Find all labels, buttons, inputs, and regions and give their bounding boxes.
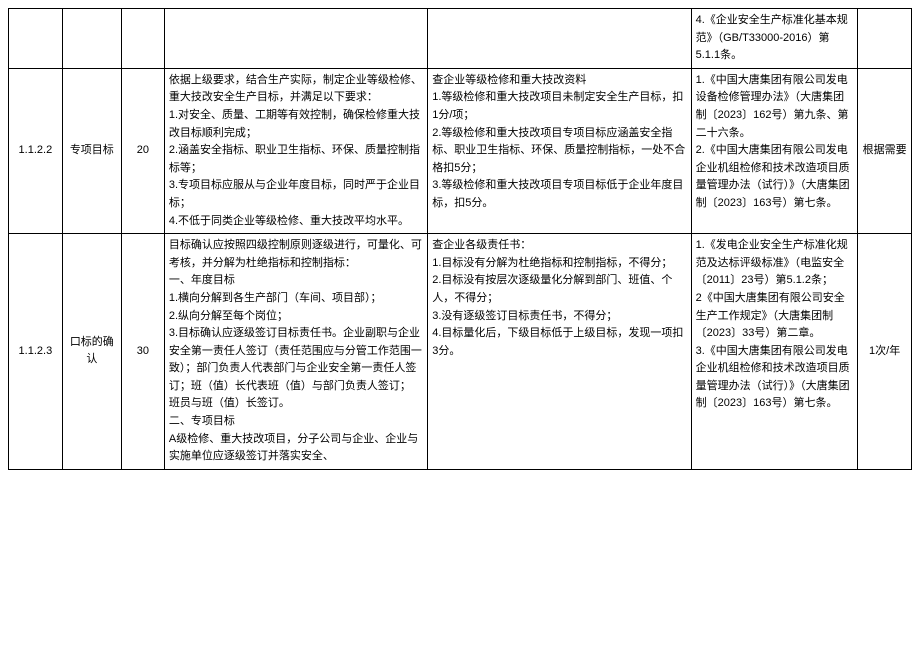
cell-criteria: 查企业各级责任书： 1.目标没有分解为杜绝指标和控制指标，不得分； 2.目标没有… (428, 234, 691, 470)
table-row: 1.1.2.3 口标的确认 30 目标确认应按照四级控制原则逐级进行，可量化、可… (9, 234, 912, 470)
cell-score (121, 9, 164, 69)
table-row: 1.1.2.2 专项目标 20 依据上级要求，结合生产实际，制定企业等级检修、重… (9, 68, 912, 233)
cell-requirement: 目标确认应按照四级控制原则逐级进行，可量化、可考核，并分解为杜绝指标和控制指标：… (164, 234, 427, 470)
cell-reference: 1.《中国大唐集团有限公司发电设备检修管理办法》（大唐集团制〔2023〕162号… (691, 68, 858, 233)
cell-reference: 4.《企业安全生产标准化基本规范》（GB/T33000-2016）第5.1.1条… (691, 9, 858, 69)
cell-frequency: 1次/年 (858, 234, 912, 470)
cell-code: 1.1.2.2 (9, 68, 63, 233)
cell-criteria (428, 9, 691, 69)
cell-code: 1.1.2.3 (9, 234, 63, 470)
standards-table: 4.《企业安全生产标准化基本规范》（GB/T33000-2016）第5.1.1条… (8, 8, 912, 470)
cell-name (62, 9, 121, 69)
cell-frequency (858, 9, 912, 69)
cell-name: 专项目标 (62, 68, 121, 233)
cell-score: 20 (121, 68, 164, 233)
cell-name: 口标的确认 (62, 234, 121, 470)
cell-criteria: 查企业等级检修和重大技改资料 1.等级检修和重大技改项目未制定安全生产目标，扣1… (428, 68, 691, 233)
cell-score: 30 (121, 234, 164, 470)
cell-frequency: 根据需要 (858, 68, 912, 233)
table-row: 4.《企业安全生产标准化基本规范》（GB/T33000-2016）第5.1.1条… (9, 9, 912, 69)
cell-requirement (164, 9, 427, 69)
cell-code (9, 9, 63, 69)
cell-reference: 1.《发电企业安全生产标准化规范及达标评级标准》（电监安全〔2011〕23号）第… (691, 234, 858, 470)
cell-requirement: 依据上级要求，结合生产实际，制定企业等级检修、重大技改安全生产目标，并满足以下要… (164, 68, 427, 233)
